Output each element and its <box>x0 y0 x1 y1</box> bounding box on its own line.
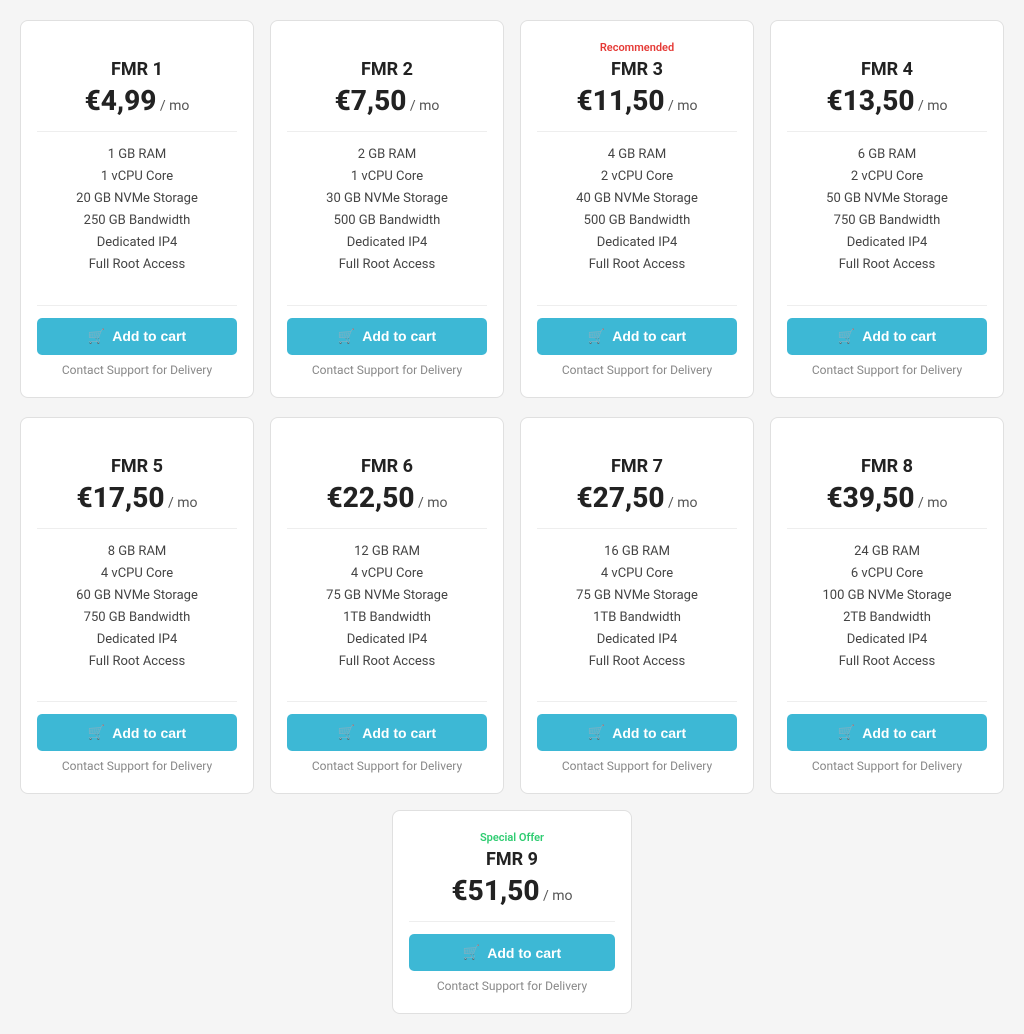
fmr2-features: 2 GB RAM1 vCPU Core30 GB NVMe Storage500… <box>326 144 448 277</box>
card-fmr4: FMR 4 €13,50 / mo 6 GB RAM2 vCPU Core50 GB… <box>770 20 1004 398</box>
fmr5-price: €17,50 / mo <box>77 481 198 514</box>
fmr8-features: 24 GB RAM6 vCPU Core100 GB NVMe Storage2… <box>822 541 951 674</box>
fmr1-contact-support: Contact Support for Delivery <box>62 363 212 377</box>
btn-label: Add to cart <box>112 725 186 741</box>
fmr8-name: FMR 8 <box>861 456 913 477</box>
fmr4-price: €13,50 / mo <box>827 84 948 117</box>
btn-label: Add to cart <box>487 945 561 961</box>
btn-label: Add to cart <box>612 328 686 344</box>
fmr4-features: 6 GB RAM2 vCPU Core50 GB NVMe Storage750… <box>826 144 948 277</box>
fmr1-features: 1 GB RAM1 vCPU Core20 GB NVMe Storage250… <box>76 144 198 277</box>
fmr7-features: 16 GB RAM4 vCPU Core75 GB NVMe Storage1T… <box>576 541 698 674</box>
fmr7-contact-support: Contact Support for Delivery <box>562 759 712 773</box>
fmr2-contact-support: Contact Support for Delivery <box>312 363 462 377</box>
fmr3-features: 4 GB RAM2 vCPU Core40 GB NVMe Storage500… <box>576 144 698 277</box>
fmr5-add-to-cart-button[interactable]: 🛒 Add to cart <box>37 714 237 751</box>
fmr3-contact-support: Contact Support for Delivery <box>562 363 712 377</box>
card-fmr6: FMR 6 €22,50 / mo 12 GB RAM4 vCPU Core75 G… <box>270 417 504 795</box>
fmr8-add-to-cart-button[interactable]: 🛒 Add to cart <box>787 714 987 751</box>
fmr9-add-to-cart-button[interactable]: 🛒 Add to cart <box>409 934 615 971</box>
fmr6-features: 12 GB RAM4 vCPU Core75 GB NVMe Storage1T… <box>326 541 448 674</box>
card-fmr7: FMR 7 €27,50 / mo 16 GB RAM4 vCPU Core75 G… <box>520 417 754 795</box>
cart-icon: 🛒 <box>588 724 605 741</box>
cart-icon: 🛒 <box>88 328 105 345</box>
fmr9-contact-support: Contact Support for Delivery <box>437 979 587 993</box>
fmr8-contact-support: Contact Support for Delivery <box>812 759 962 773</box>
fmr7-name: FMR 7 <box>611 456 663 477</box>
btn-label: Add to cart <box>362 725 436 741</box>
card-fmr1: FMR 1 €4,99 / mo 1 GB RAM1 vCPU Core20 GB … <box>20 20 254 398</box>
cart-icon: 🛒 <box>463 944 480 961</box>
fmr6-add-to-cart-button[interactable]: 🛒 Add to cart <box>287 714 487 751</box>
fmr9-badge: Special Offer <box>480 831 544 847</box>
fmr2-add-to-cart-button[interactable]: 🛒 Add to cart <box>287 318 487 355</box>
card-fmr2: FMR 2 €7,50 / mo 2 GB RAM1 vCPU Core30 GB … <box>270 20 504 398</box>
fmr4-add-to-cart-button[interactable]: 🛒 Add to cart <box>787 318 987 355</box>
btn-label: Add to cart <box>862 328 936 344</box>
fmr7-add-to-cart-button[interactable]: 🛒 Add to cart <box>537 714 737 751</box>
cart-icon: 🛒 <box>588 328 605 345</box>
fmr3-name: FMR 3 <box>611 59 663 80</box>
fmr5-name: FMR 5 <box>111 456 163 477</box>
card-fmr3: Recommended FMR 3 €11,50 / mo 4 GB RAM2 vCP… <box>520 20 754 398</box>
fmr7-price: €27,50 / mo <box>577 481 698 514</box>
fmr9-price: €51,50 / mo <box>452 874 573 907</box>
card-fmr5: FMR 5 €17,50 / mo 8 GB RAM4 vCPU Core60 GB… <box>20 417 254 795</box>
btn-label: Add to cart <box>112 328 186 344</box>
fmr4-contact-support: Contact Support for Delivery <box>812 363 962 377</box>
fmr4-name: FMR 4 <box>861 59 913 80</box>
fmr3-add-to-cart-button[interactable]: 🛒 Add to cart <box>537 318 737 355</box>
fmr2-price: €7,50 / mo <box>335 84 440 117</box>
fmr3-badge: Recommended <box>600 41 674 57</box>
fmr1-name: FMR 1 <box>111 59 163 80</box>
btn-label: Add to cart <box>612 725 686 741</box>
fmr6-name: FMR 6 <box>361 456 413 477</box>
fmr5-features: 8 GB RAM4 vCPU Core60 GB NVMe Storage750… <box>76 541 198 674</box>
card-fmr8: FMR 8 €39,50 / mo 24 GB RAM6 vCPU Core100 … <box>770 417 1004 795</box>
fmr2-name: FMR 2 <box>361 59 413 80</box>
cart-icon: 🛒 <box>838 724 855 741</box>
cart-icon: 🛒 <box>338 724 355 741</box>
fmr1-add-to-cart-button[interactable]: 🛒 Add to cart <box>37 318 237 355</box>
fmr1-price: €4,99 / mo <box>85 84 190 117</box>
card-fmr9: Special Offer FMR 9 €51,50 / mo 🛒 Add to car… <box>392 810 632 1014</box>
fmr3-price: €11,50 / mo <box>577 84 698 117</box>
fmr9-name: FMR 9 <box>486 849 538 870</box>
fmr8-price: €39,50 / mo <box>827 481 948 514</box>
fmr6-contact-support: Contact Support for Delivery <box>312 759 462 773</box>
btn-label: Add to cart <box>862 725 936 741</box>
fmr6-price: €22,50 / mo <box>327 481 448 514</box>
cart-icon: 🛒 <box>338 328 355 345</box>
btn-label: Add to cart <box>362 328 436 344</box>
fmr5-contact-support: Contact Support for Delivery <box>62 759 212 773</box>
cart-icon: 🛒 <box>838 328 855 345</box>
cart-icon: 🛒 <box>88 724 105 741</box>
